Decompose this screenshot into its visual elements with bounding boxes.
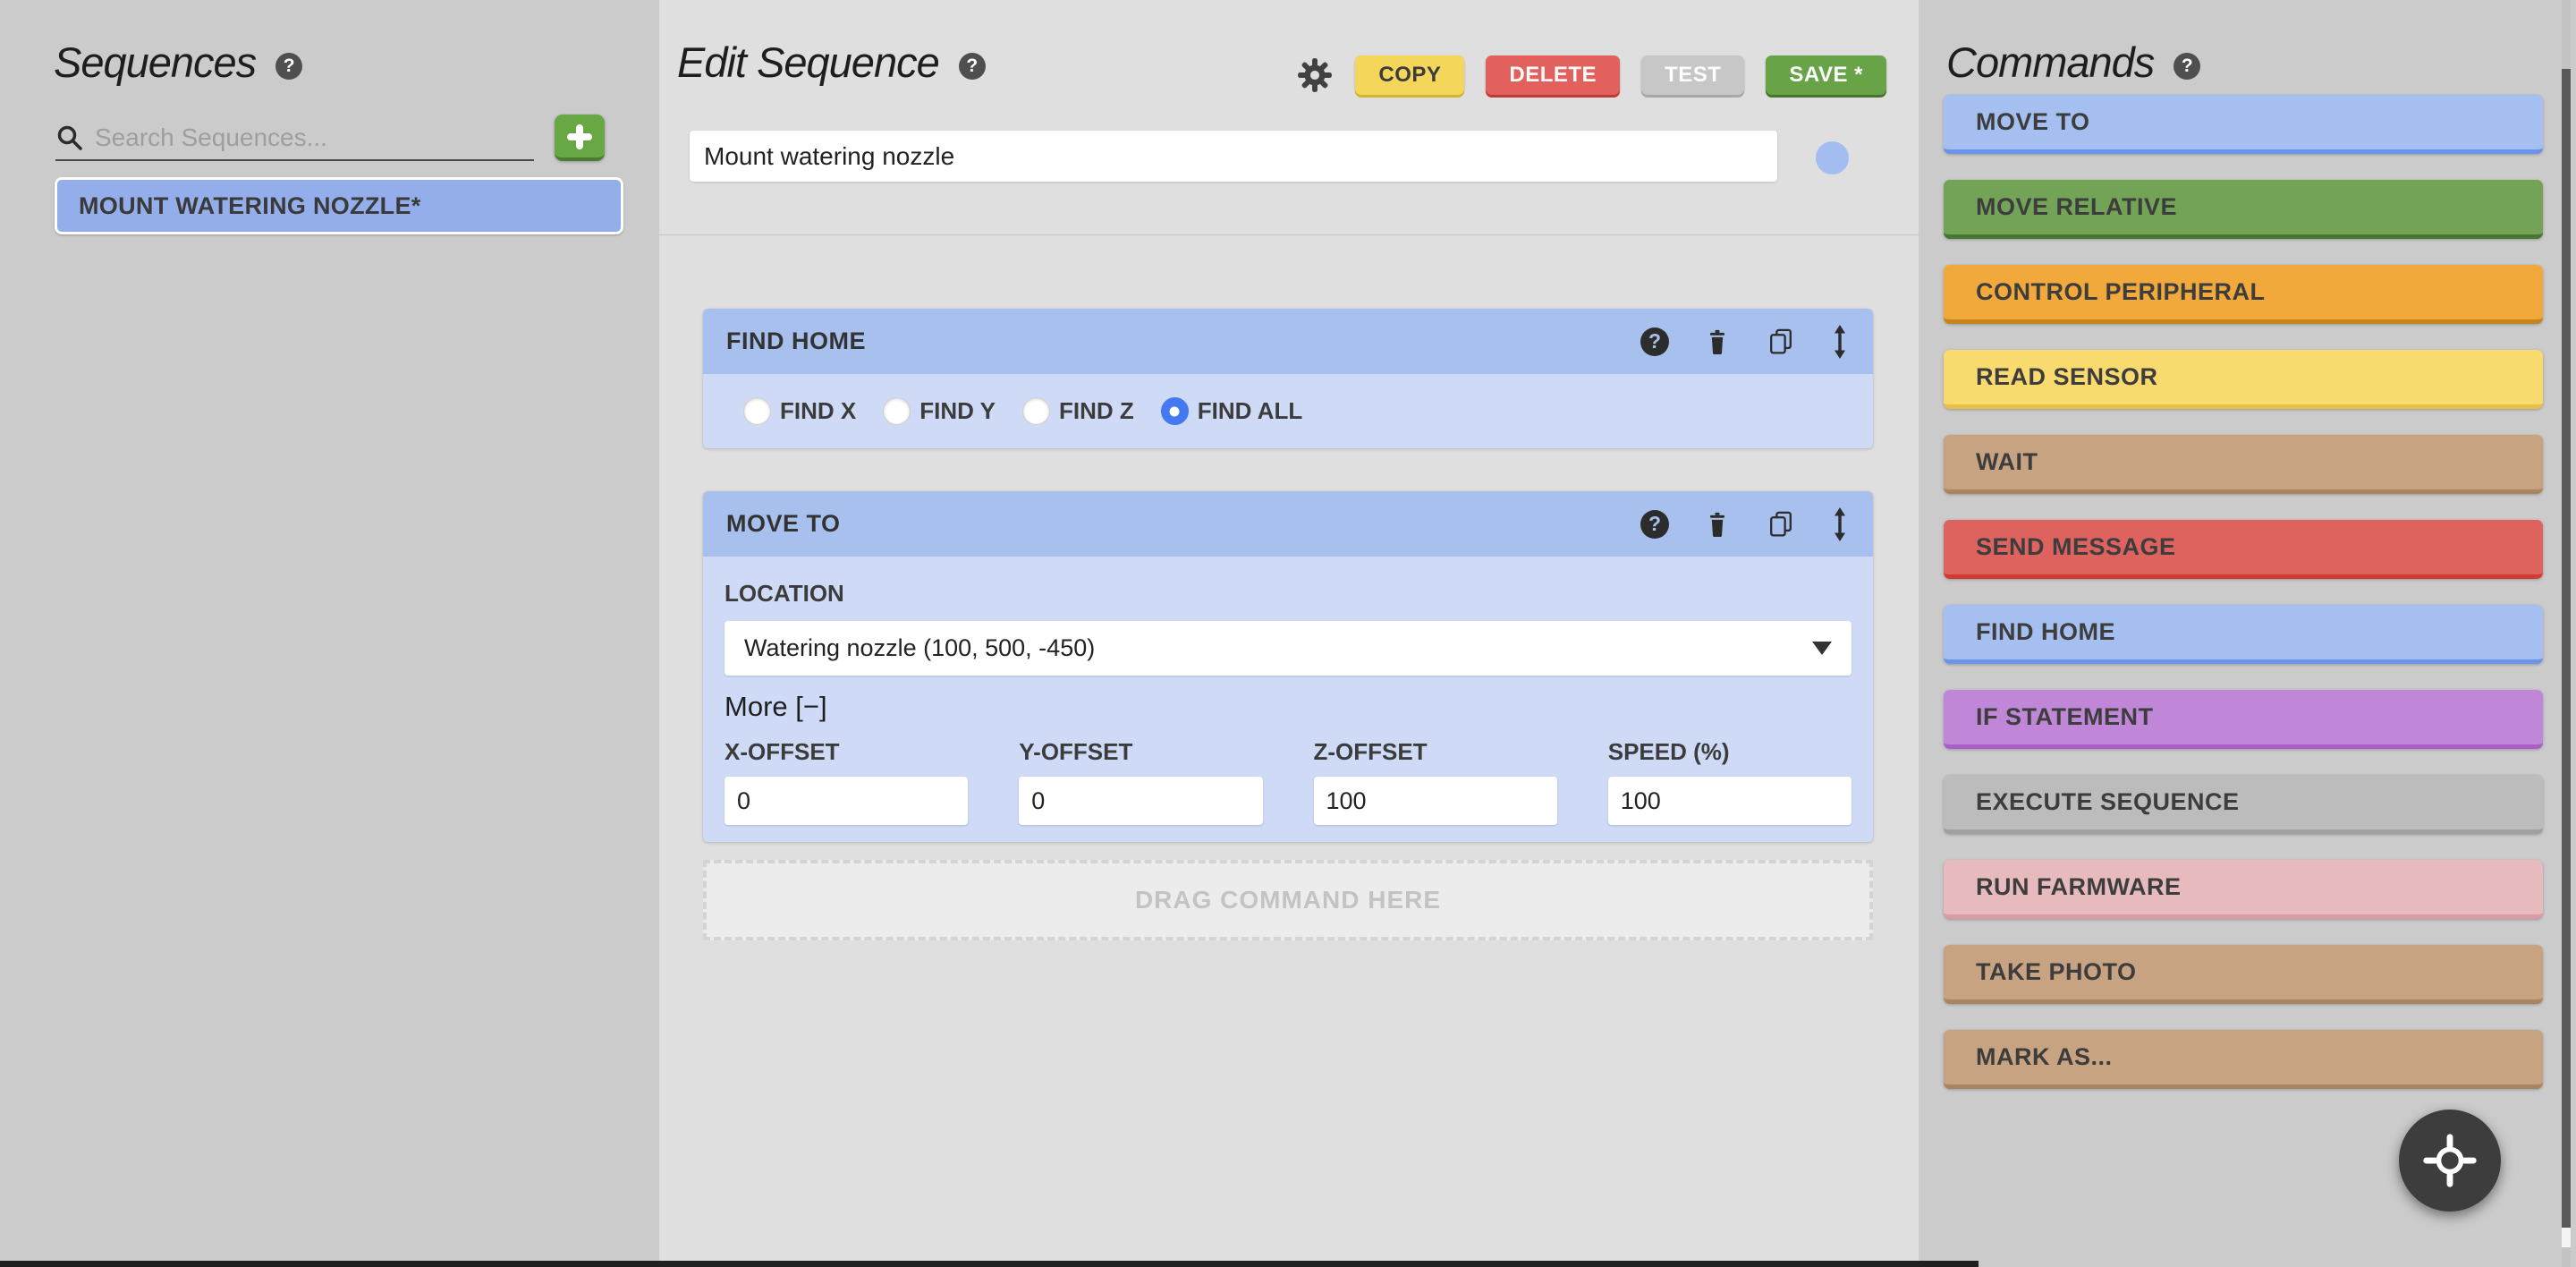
offset-field: Y-OFFSET <box>1019 738 1263 825</box>
step-header[interactable]: MOVE TO ? <box>703 491 1873 557</box>
radio-option[interactable]: FIND Z <box>1022 397 1134 425</box>
field-label: SPEED (%) <box>1607 738 1730 765</box>
move-to-location-fab[interactable] <box>2399 1110 2501 1212</box>
command-button[interactable]: MARK AS... <box>1944 1030 2543 1089</box>
commands-panel: Commands ? MOVE TO MOVE RELATIVE CONTROL P… <box>1919 0 2576 1267</box>
radio-circle[interactable] <box>1022 397 1050 425</box>
step-move-to: MOVE TO ? LOCATION Watering nozzle (100,… <box>703 491 1873 842</box>
command-button[interactable]: IF STATEMENT <box>1944 690 2543 749</box>
step-title: MOVE TO <box>726 510 841 537</box>
add-sequence-button[interactable] <box>555 115 605 161</box>
window-bottom-edge <box>0 1261 1979 1267</box>
test-button[interactable]: TEST <box>1641 55 1745 95</box>
trash-icon[interactable] <box>1703 509 1732 540</box>
more-toggle[interactable]: More [−] <box>724 691 827 723</box>
drag-command-dropzone[interactable]: DRAG COMMAND HERE <box>703 860 1873 940</box>
command-button[interactable]: RUN FARMWARE <box>1944 860 2543 919</box>
step-header[interactable]: FIND HOME ? <box>703 309 1873 374</box>
help-icon[interactable]: ? <box>2174 52 2201 80</box>
command-button[interactable]: WAIT <box>1944 435 2543 494</box>
command-button[interactable]: FIND HOME <box>1944 605 2543 664</box>
commands-title-row: Commands ? <box>1946 38 2201 87</box>
offset-field: SPEED (%) <box>1607 738 1852 825</box>
sequence-search <box>55 116 534 161</box>
find-home-radio-row: FIND X FIND Y FIND Z FIND ALL <box>703 374 1873 448</box>
step-help-icon[interactable]: ? <box>1640 509 1669 539</box>
radio-label: FIND X <box>780 397 857 424</box>
radio-circle[interactable] <box>1160 397 1189 425</box>
copy-step-icon[interactable] <box>1766 508 1796 540</box>
crosshair-icon <box>2423 1134 2477 1187</box>
sequence-name-input[interactable] <box>690 131 1777 182</box>
editor-toolbar: COPY DELETE TEST SAVE * <box>1296 55 1886 95</box>
copy-button[interactable]: COPY <box>1355 55 1465 95</box>
field-input[interactable] <box>1313 777 1557 825</box>
sequences-panel-title: Sequences <box>54 38 257 86</box>
step-find-home: FIND HOME ? FIND X FIND Y FIND Z FIND AL… <box>703 309 1873 448</box>
offset-field: Z-OFFSET <box>1313 738 1557 825</box>
sequence-list-item[interactable]: MOUNT WATERING NOZZLE* <box>55 177 623 234</box>
radio-option[interactable]: FIND X <box>743 397 856 425</box>
commands-panel-title: Commands <box>1946 38 2155 86</box>
divider <box>659 234 1919 235</box>
scrollbar-thumb[interactable] <box>2562 69 2571 1228</box>
command-button[interactable]: EXECUTE SEQUENCE <box>1944 775 2543 834</box>
field-input[interactable] <box>1019 777 1263 825</box>
offset-fields-row: X-OFFSET Y-OFFSET Z-OFFSET SPEED (%) <box>724 738 1852 825</box>
editor-panel-title: Edit Sequence <box>677 38 940 86</box>
offset-field: X-OFFSET <box>724 738 969 825</box>
command-button[interactable]: SEND MESSAGE <box>1944 520 2543 579</box>
sequences-title-row: Sequences ? <box>54 38 303 87</box>
scrollbar-notch <box>2562 1228 2571 1247</box>
location-dropdown[interactable]: Watering nozzle (100, 500, -450) <box>724 621 1852 676</box>
field-label: Y-OFFSET <box>1019 738 1133 765</box>
field-input[interactable] <box>1607 777 1852 825</box>
location-label: LOCATION <box>724 580 844 607</box>
step-title: FIND HOME <box>726 327 866 354</box>
move-to-body: LOCATION Watering nozzle (100, 500, -450… <box>703 557 1873 842</box>
sequence-color-picker[interactable] <box>1816 141 1849 174</box>
radio-label: FIND Z <box>1059 397 1134 424</box>
radio-label: FIND ALL <box>1197 397 1303 424</box>
sequences-panel: Sequences ? MOUNT WATERING NOZZLE* <box>0 0 659 1267</box>
command-button[interactable]: TAKE PHOTO <box>1944 945 2543 1004</box>
copy-step-icon[interactable] <box>1766 326 1796 358</box>
radio-circle[interactable] <box>883 397 911 425</box>
plus-icon <box>576 124 583 149</box>
search-input[interactable] <box>95 123 534 152</box>
field-input[interactable] <box>724 777 969 825</box>
sequence-editor-panel: Edit Sequence ? COPY DELETE TEST SAVE * <box>659 0 1919 1267</box>
help-icon[interactable]: ? <box>958 52 986 80</box>
command-button[interactable]: MOVE TO <box>1944 95 2543 154</box>
help-icon[interactable]: ? <box>275 52 303 80</box>
field-label: Z-OFFSET <box>1313 738 1428 765</box>
save-button[interactable]: SAVE * <box>1766 55 1886 95</box>
chevron-down-icon <box>1812 642 1832 655</box>
field-label: X-OFFSET <box>724 738 840 765</box>
command-button[interactable]: MOVE RELATIVE <box>1944 180 2543 239</box>
search-icon <box>57 125 82 150</box>
location-value: Watering nozzle (100, 500, -450) <box>744 634 1096 661</box>
move-step-icon[interactable] <box>1830 324 1850 359</box>
command-list: MOVE TO MOVE RELATIVE CONTROL PERIPHERAL RE… <box>1944 95 2543 1115</box>
sequence-list: MOUNT WATERING NOZZLE* <box>55 177 623 247</box>
radio-label: FIND Y <box>919 397 996 424</box>
delete-button[interactable]: DELETE <box>1486 55 1621 95</box>
gear-icon[interactable] <box>1296 56 1334 94</box>
command-button[interactable]: READ SENSOR <box>1944 350 2543 409</box>
radio-option[interactable]: FIND Y <box>883 397 996 425</box>
radio-circle[interactable] <box>743 397 771 425</box>
trash-icon[interactable] <box>1703 327 1732 357</box>
move-step-icon[interactable] <box>1830 506 1850 541</box>
editor-title-row: Edit Sequence ? <box>677 38 986 87</box>
command-button[interactable]: CONTROL PERIPHERAL <box>1944 265 2543 324</box>
radio-option[interactable]: FIND ALL <box>1160 397 1303 425</box>
step-help-icon[interactable]: ? <box>1640 327 1669 356</box>
